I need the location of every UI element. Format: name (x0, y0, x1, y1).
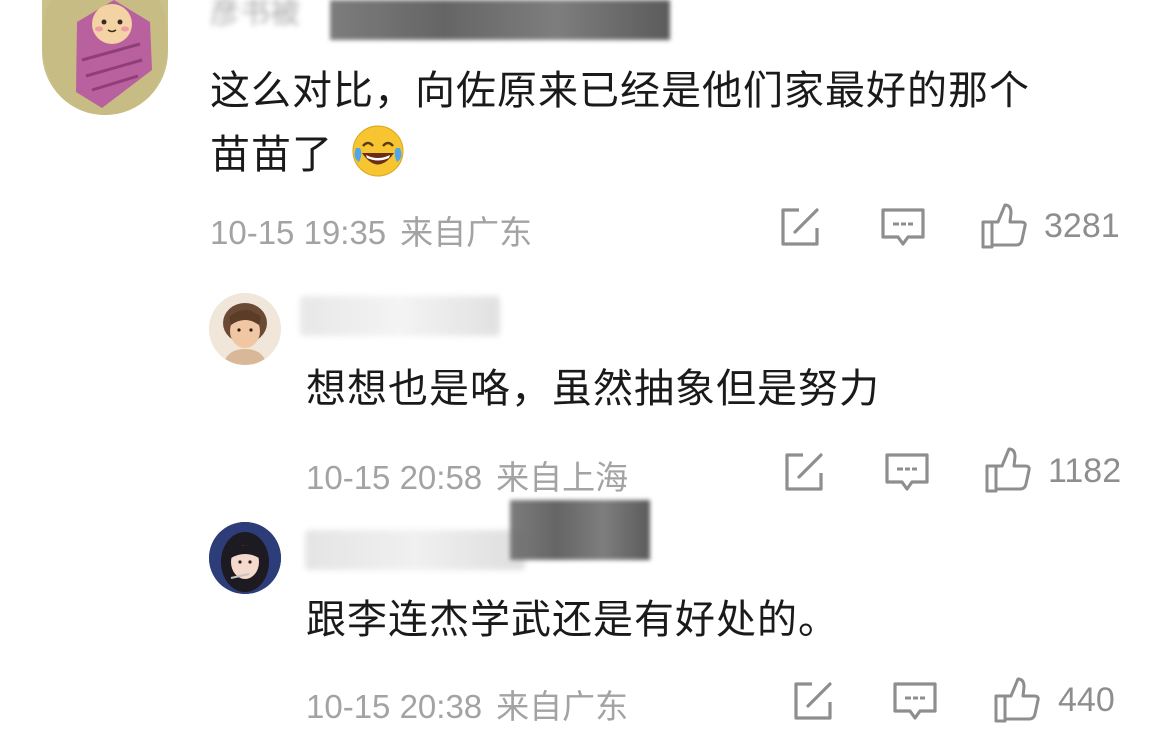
username[interactable] (300, 296, 500, 336)
comment-text: 想想也是咯，虽然抽象但是努力 (306, 358, 880, 420)
share-edit-icon[interactable] (792, 680, 836, 722)
comment-meta: 10-15 20:58 来自上海 (306, 451, 628, 499)
timestamp: 10-15 20:38 (306, 688, 483, 725)
thumbs-up-icon[interactable] (993, 676, 1041, 724)
comment-icon[interactable] (892, 681, 938, 723)
comment-text-line: 苗苗了 (210, 132, 333, 178)
avatar[interactable] (209, 293, 281, 365)
thumbs-up-icon[interactable] (980, 202, 1028, 250)
like-count: 3281 (1044, 207, 1120, 245)
comment-text: 苗苗了 (210, 124, 405, 186)
username-redaction (510, 500, 650, 560)
comment-text-line: 这么对比，向佐原来已经是他们家最好的那个 (210, 68, 1030, 114)
comment-text-line: 想想也是咯，虽然抽象但是努力 (306, 366, 880, 412)
comment-meta: 10-15 19:35 来自广东 (210, 206, 532, 254)
like-count: 440 (1058, 681, 1115, 719)
comment-text: 跟李连杰学武还是有好处的。 (306, 589, 839, 651)
comment-icon[interactable] (884, 452, 930, 494)
thumbs-up-icon[interactable] (984, 446, 1032, 494)
location: 来自广东 (496, 687, 629, 726)
comment-text: 这么对比，向佐原来已经是他们家最好的那个 (210, 60, 1030, 122)
timestamp: 10-15 19:35 (210, 214, 387, 251)
avatar[interactable] (209, 522, 281, 594)
timestamp: 10-15 20:58 (306, 459, 483, 496)
comment-icon[interactable] (880, 207, 926, 249)
share-edit-icon[interactable] (779, 206, 823, 248)
comment-meta: 10-15 20:38 来自广东 (306, 680, 628, 728)
like-count: 1182 (1048, 452, 1122, 490)
location: 来自上海 (496, 458, 629, 497)
username[interactable] (305, 530, 525, 570)
avatar[interactable] (42, 0, 168, 115)
laughing-tears-emoji (351, 124, 405, 178)
location: 来自广东 (400, 213, 533, 252)
share-edit-icon[interactable] (783, 451, 827, 493)
username-redaction (330, 0, 670, 40)
comment-text-line: 跟李连杰学武还是有好处的。 (306, 597, 839, 643)
